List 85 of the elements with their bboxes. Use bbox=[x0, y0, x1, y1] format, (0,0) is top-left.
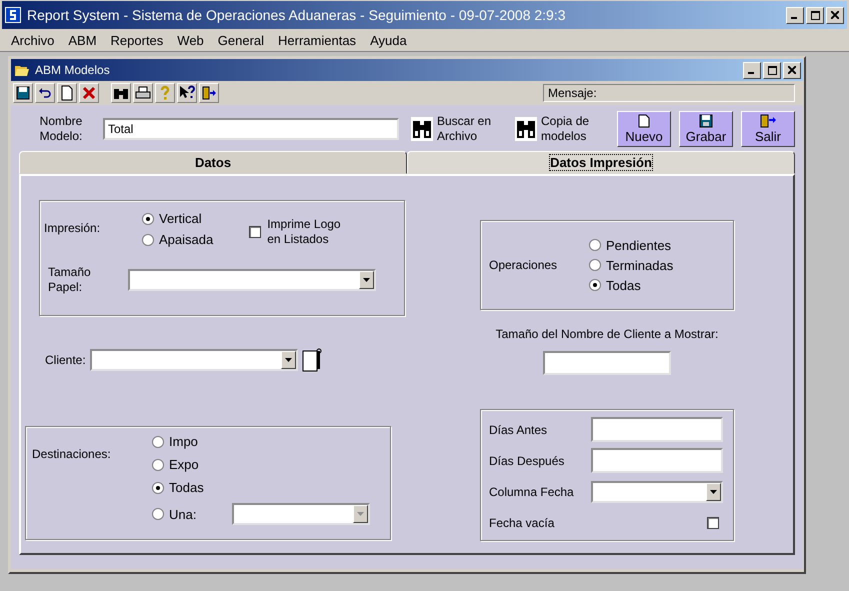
message-field: Mensaje: bbox=[543, 84, 795, 102]
save-button[interactable]: Grabar bbox=[679, 111, 733, 147]
tab[interactable]: Datos Impresión bbox=[407, 151, 795, 174]
caret-icon bbox=[710, 490, 717, 494]
document-icon bbox=[638, 114, 650, 128]
radio-button[interactable] bbox=[152, 436, 164, 448]
radio-label: Impo bbox=[169, 434, 198, 449]
field-label: Tamaño del Nombre de Cliente a Mostrar: bbox=[496, 327, 718, 341]
maximize-icon bbox=[768, 66, 776, 74]
field-label: Tamaño Papel: bbox=[48, 265, 92, 295]
menu-item[interactable]: Ayuda bbox=[363, 32, 414, 48]
window-title: ABM Modelos bbox=[35, 63, 111, 77]
document-icon[interactable] bbox=[302, 348, 324, 372]
radio-label: Una: bbox=[169, 506, 196, 522]
caret-icon bbox=[363, 278, 370, 282]
name-size-field[interactable] bbox=[543, 351, 671, 375]
menu-item[interactable]: Herramientas bbox=[271, 32, 364, 48]
field-label: Impresión: bbox=[44, 221, 102, 235]
binoculars-icon[interactable] bbox=[111, 83, 131, 103]
maximize-button[interactable] bbox=[763, 62, 781, 78]
app-icon bbox=[5, 7, 21, 23]
maximize-icon bbox=[810, 10, 820, 20]
radio-button[interactable] bbox=[142, 212, 154, 224]
printer-icon[interactable] bbox=[133, 83, 153, 103]
checkbox[interactable] bbox=[707, 516, 719, 528]
close-icon bbox=[831, 11, 839, 19]
radio-label: Vertical bbox=[159, 211, 202, 226]
exit-button[interactable]: Salir bbox=[741, 111, 795, 147]
tool-label[interactable]: Buscar en Archivo bbox=[437, 114, 503, 144]
tool-label[interactable]: Copia de modelos bbox=[541, 114, 607, 144]
caret-icon bbox=[357, 512, 364, 516]
field-label: Cliente: bbox=[45, 353, 86, 367]
door-exit-icon[interactable] bbox=[199, 83, 219, 103]
new-document-icon[interactable] bbox=[57, 83, 77, 103]
field-label: Operaciones bbox=[489, 258, 558, 272]
minimize-button[interactable] bbox=[743, 62, 761, 78]
radio-label: Terminadas bbox=[606, 258, 674, 272]
checkbox-label: Imprime Logo en Listados bbox=[267, 217, 342, 247]
field-label: Columna Fecha bbox=[489, 484, 574, 498]
menu-item[interactable]: ABM bbox=[61, 32, 104, 48]
caret-icon bbox=[284, 358, 292, 362]
field-label: Días Después bbox=[489, 454, 564, 468]
radio-label: Todas bbox=[169, 480, 204, 495]
radio-button[interactable] bbox=[589, 239, 601, 251]
model-name-field[interactable]: Total bbox=[103, 118, 399, 140]
radio-label: Pendientes bbox=[606, 238, 672, 252]
radio-label: Apaisada bbox=[159, 232, 214, 247]
menu-item[interactable]: Reportes bbox=[104, 32, 170, 48]
close-icon bbox=[788, 66, 796, 74]
window-title: Report System - Sistema de Operaciones Aduaneras - Seguimiento - 09-07-2008 2:9:3 bbox=[27, 7, 567, 23]
help-icon[interactable] bbox=[155, 83, 175, 103]
menu-item[interactable]: Archivo bbox=[4, 32, 62, 48]
field-label: Nombre Modelo: bbox=[38, 114, 84, 144]
close-button[interactable] bbox=[783, 62, 801, 78]
radio-label: Expo bbox=[169, 457, 199, 472]
radio-button[interactable] bbox=[152, 482, 164, 494]
pointer-help-icon[interactable] bbox=[177, 83, 197, 103]
radio-button[interactable] bbox=[152, 508, 164, 520]
days-after-field[interactable] bbox=[591, 448, 723, 473]
radio-button[interactable] bbox=[589, 259, 601, 271]
folder-icon bbox=[15, 64, 29, 76]
date-column-dropdown[interactable] bbox=[591, 480, 723, 502]
new-button[interactable]: Nuevo bbox=[617, 111, 671, 147]
door-exit-icon bbox=[760, 114, 776, 128]
field-label: Destinaciones: bbox=[32, 447, 112, 461]
radio-button[interactable] bbox=[152, 458, 164, 470]
undo-icon[interactable] bbox=[35, 83, 55, 103]
binoculars-icon[interactable] bbox=[411, 117, 433, 141]
close-button[interactable] bbox=[826, 6, 844, 24]
maximize-button[interactable] bbox=[806, 6, 824, 24]
menu-item[interactable]: Web bbox=[170, 32, 211, 48]
radio-button[interactable] bbox=[589, 279, 601, 291]
save-icon[interactable] bbox=[13, 83, 33, 103]
radio-label: Todas bbox=[606, 278, 641, 292]
binoculars-icon[interactable] bbox=[515, 117, 537, 141]
menu-item[interactable]: General bbox=[210, 32, 272, 48]
checkbox-label: Fecha vacía bbox=[489, 516, 554, 530]
days-before-field[interactable] bbox=[591, 417, 723, 442]
field-label: Días Antes bbox=[489, 422, 548, 436]
radio-button[interactable] bbox=[142, 234, 154, 246]
delete-icon[interactable] bbox=[79, 83, 99, 103]
checkbox[interactable] bbox=[249, 226, 262, 238]
paper-size-dropdown[interactable] bbox=[128, 269, 376, 291]
minimize-button[interactable] bbox=[786, 6, 804, 24]
tab[interactable]: Datos bbox=[19, 151, 407, 174]
